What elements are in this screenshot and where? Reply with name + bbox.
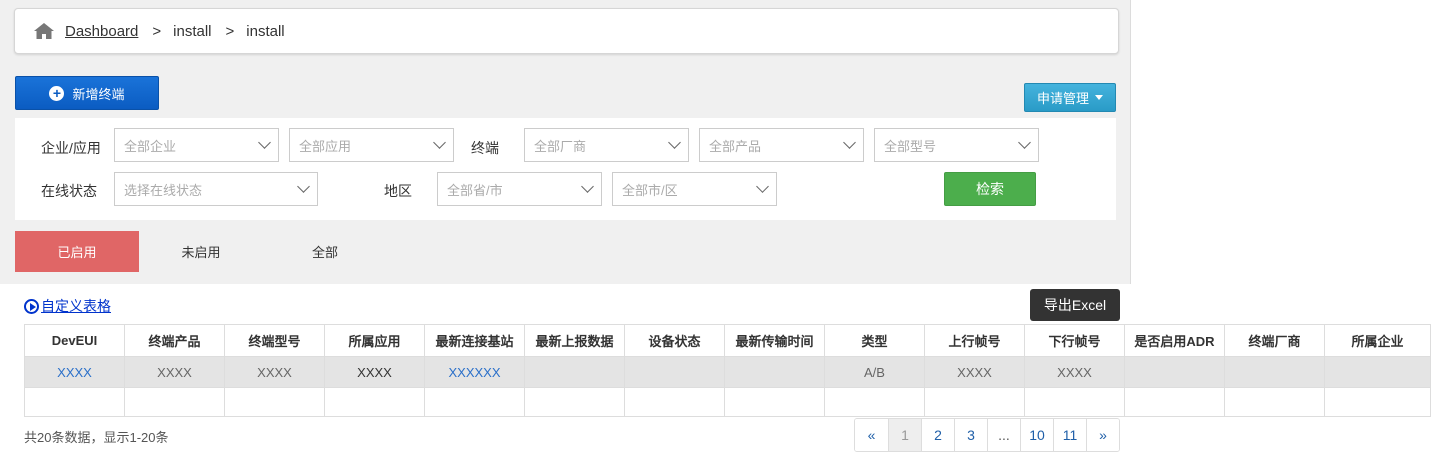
apply-management-dropdown[interactable]: 申请管理 bbox=[1024, 83, 1116, 112]
table-cell bbox=[1324, 356, 1431, 388]
org-select[interactable]: 全部企业 bbox=[114, 128, 279, 162]
export-excel-button[interactable]: 导出Excel bbox=[1030, 289, 1120, 321]
breadcrumb-item[interactable]: install bbox=[173, 23, 211, 40]
page-3[interactable]: 3 bbox=[954, 419, 987, 451]
vendor-select[interactable]: 全部厂商 bbox=[524, 128, 689, 162]
custom-table-link[interactable]: 自定义表格 bbox=[24, 296, 111, 316]
column-header[interactable]: 最新连接基站 bbox=[424, 324, 525, 357]
column-header[interactable]: 下行帧号 bbox=[1024, 324, 1125, 357]
chevron-down-icon bbox=[1018, 136, 1031, 149]
breadcrumb-separator: > bbox=[152, 22, 162, 40]
table-cell bbox=[524, 356, 625, 388]
column-header[interactable]: 类型 bbox=[824, 324, 925, 357]
search-button[interactable]: 检索 bbox=[944, 172, 1036, 206]
tab-disabled[interactable]: 未启用 bbox=[139, 231, 263, 272]
column-header[interactable]: 所属企业 bbox=[1324, 324, 1431, 357]
table-cell bbox=[624, 356, 725, 388]
page-11[interactable]: 11 bbox=[1053, 419, 1086, 451]
add-terminal-label: 新增终端 bbox=[72, 86, 125, 102]
column-header[interactable]: 上行帧号 bbox=[924, 324, 1025, 357]
chevron-down-icon bbox=[297, 180, 310, 193]
table-row[interactable]: XXXX XXXX XXXX XXXX XXXXXX A/B XXXX XXXX bbox=[24, 356, 1431, 388]
deveui-cell[interactable]: XXXX bbox=[24, 356, 125, 388]
page-2[interactable]: 2 bbox=[921, 419, 954, 451]
caret-down-icon bbox=[1095, 95, 1103, 100]
model-select-placeholder: 全部型号 bbox=[884, 138, 937, 154]
tab-enabled[interactable]: 已启用 bbox=[15, 231, 139, 272]
table-cell: XXXX bbox=[924, 356, 1025, 388]
terminal-label: 终端 bbox=[471, 140, 499, 156]
table-cell: XXXX bbox=[1024, 356, 1125, 388]
page-ellipsis: ... bbox=[987, 419, 1020, 451]
table-header-row: DevEUI 终端产品 终端型号 所属应用 最新连接基站 最新上报数据 设备状态… bbox=[24, 324, 1431, 357]
province-select[interactable]: 全部省/市 bbox=[437, 172, 602, 206]
table-cell bbox=[724, 356, 825, 388]
chevron-down-icon bbox=[433, 136, 446, 149]
org-select-placeholder: 全部企业 bbox=[124, 138, 177, 154]
online-status-label: 在线状态 bbox=[41, 183, 97, 199]
table-cell: XXXX bbox=[124, 356, 225, 388]
online-status-placeholder: 选择在线状态 bbox=[124, 182, 203, 198]
product-select-placeholder: 全部产品 bbox=[709, 138, 762, 154]
table-cell bbox=[1124, 356, 1225, 388]
breadcrumb-dashboard-link[interactable]: Dashboard bbox=[65, 23, 138, 40]
terminal-table: DevEUI 终端产品 终端型号 所属应用 最新连接基站 最新上报数据 设备状态… bbox=[24, 324, 1431, 417]
online-status-select[interactable]: 选择在线状态 bbox=[114, 172, 318, 206]
table-cell: A/B bbox=[824, 356, 925, 388]
chevron-down-icon bbox=[668, 136, 681, 149]
chevron-down-icon bbox=[581, 180, 594, 193]
pagination: « 1 2 3 ... 10 11 » bbox=[854, 418, 1120, 452]
page-1[interactable]: 1 bbox=[888, 419, 921, 451]
column-header[interactable]: 是否启用ADR bbox=[1124, 324, 1225, 357]
table-cell bbox=[1224, 356, 1325, 388]
column-header[interactable]: 终端厂商 bbox=[1224, 324, 1325, 357]
table-row-empty bbox=[24, 387, 1431, 417]
tab-all[interactable]: 全部 bbox=[263, 231, 387, 272]
app-select[interactable]: 全部应用 bbox=[289, 128, 454, 162]
province-select-placeholder: 全部省/市 bbox=[447, 182, 503, 198]
city-select[interactable]: 全部市/区 bbox=[612, 172, 777, 206]
column-header[interactable]: 终端产品 bbox=[124, 324, 225, 357]
city-select-placeholder: 全部市/区 bbox=[622, 182, 678, 198]
plus-circle-icon: + bbox=[49, 85, 65, 101]
chevron-down-icon bbox=[258, 136, 271, 149]
table-cell: XXXX bbox=[224, 356, 325, 388]
app-select-placeholder: 全部应用 bbox=[299, 138, 352, 154]
chevron-down-icon bbox=[843, 136, 856, 149]
column-header[interactable]: 最新上报数据 bbox=[524, 324, 625, 357]
page-10[interactable]: 10 bbox=[1020, 419, 1053, 451]
column-header[interactable]: 设备状态 bbox=[624, 324, 725, 357]
status-tabs: 已启用 未启用 全部 bbox=[15, 231, 387, 272]
record-summary: 共20条数据，显示1-20条 bbox=[24, 430, 169, 445]
chevron-down-icon bbox=[756, 180, 769, 193]
custom-table-label: 自定义表格 bbox=[41, 298, 111, 314]
breadcrumb-separator: > bbox=[225, 22, 235, 40]
column-header[interactable]: DevEUI bbox=[24, 324, 125, 357]
last-page-button[interactable]: » bbox=[1086, 419, 1119, 451]
model-select[interactable]: 全部型号 bbox=[874, 128, 1039, 162]
gateway-link-cell[interactable]: XXXXXX bbox=[424, 356, 525, 388]
breadcrumb: Dashboard > install > install bbox=[14, 8, 1119, 54]
first-page-button[interactable]: « bbox=[855, 419, 888, 451]
column-header[interactable]: 所属应用 bbox=[324, 324, 425, 357]
vendor-select-placeholder: 全部厂商 bbox=[534, 138, 587, 154]
breadcrumb-current: install bbox=[246, 22, 285, 40]
filter-panel: 企业/应用 全部企业 全部应用 终端 全部厂商 全部产品 全部型号 在线状态 选… bbox=[15, 118, 1116, 220]
org-app-label: 企业/应用 bbox=[41, 140, 101, 156]
add-terminal-button[interactable]: + 新增终端 bbox=[15, 76, 159, 110]
apply-management-label: 申请管理 bbox=[1036, 91, 1089, 106]
column-header[interactable]: 最新传输时间 bbox=[724, 324, 825, 357]
home-icon[interactable] bbox=[33, 22, 55, 40]
product-select[interactable]: 全部产品 bbox=[699, 128, 864, 162]
region-label: 地区 bbox=[384, 183, 412, 199]
play-circle-icon bbox=[24, 298, 39, 314]
column-header[interactable]: 终端型号 bbox=[224, 324, 325, 357]
table-cell: XXXX bbox=[324, 356, 425, 388]
